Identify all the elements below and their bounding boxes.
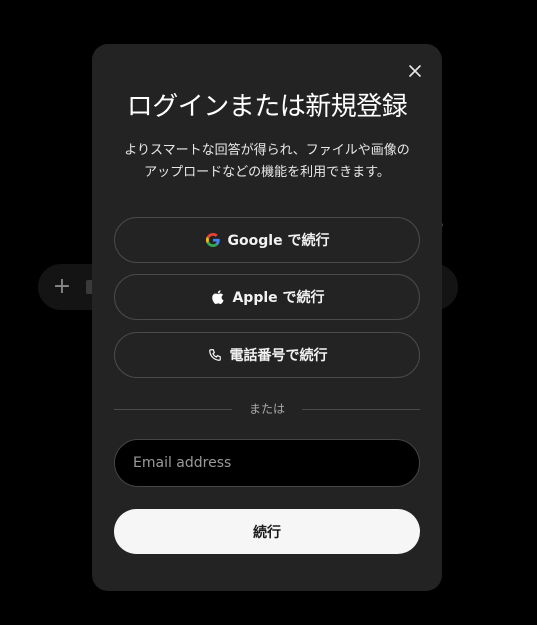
close-button[interactable] — [403, 59, 427, 83]
phone-icon — [207, 347, 223, 363]
modal-title: ログインまたは新規登録 — [126, 92, 408, 122]
modal-description: よりスマートな回答が得られ、ファイルや画像のアップロードなどの機能を利用できます… — [124, 143, 410, 180]
phone-button-label: 電話番号で続行 — [229, 348, 328, 364]
close-icon — [409, 65, 421, 77]
background-plus-icon: + — [52, 274, 72, 299]
continue-button-label: 続行 — [253, 524, 281, 541]
continue-button[interactable]: 続行 — [114, 509, 420, 554]
continue-with-google-button[interactable]: Google で続行 — [114, 217, 420, 263]
google-icon — [205, 232, 221, 248]
google-button-label: Google で続行 — [227, 233, 330, 249]
continue-with-apple-button[interactable]: Apple で続行 — [114, 274, 420, 320]
email-field[interactable] — [114, 439, 420, 487]
continue-with-phone-button[interactable]: 電話番号で続行 — [114, 332, 420, 378]
apple-button-label: Apple で続行 — [232, 290, 325, 306]
or-divider: または — [114, 400, 420, 418]
divider-line-right — [302, 409, 420, 410]
login-modal: ログインまたは新規登録 よりスマートな回答が得られ、ファイルや画像のアップロード… — [92, 44, 442, 591]
apple-icon — [209, 289, 225, 305]
